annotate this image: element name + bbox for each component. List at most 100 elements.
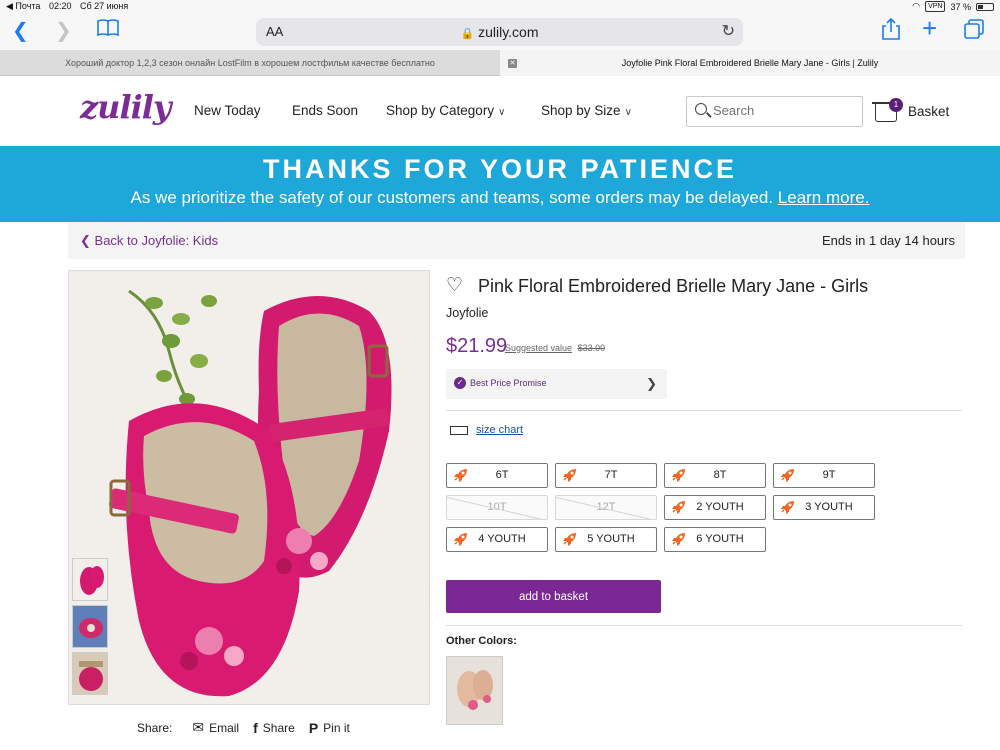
tab-title: Joyfolie Pink Floral Embroidered Brielle… [621, 58, 879, 68]
tab-strip: Хороший доктор 1,2,3 сезон онлайн LostFi… [0, 50, 1000, 76]
size-option: 12T [555, 495, 657, 520]
banner-title: THANKS FOR YOUR PATIENCE [262, 154, 738, 184]
rocket-icon [672, 501, 685, 514]
brand-name[interactable]: Joyfolie [446, 306, 488, 320]
forward-arrow-icon[interactable]: ❯ [55, 20, 72, 42]
new-tab-icon[interactable]: + [922, 15, 937, 41]
close-tab-icon[interactable]: ✕ [508, 59, 517, 68]
browser-tab-1[interactable]: Хороший доктор 1,2,3 сезон онлайн LostFi… [0, 50, 500, 76]
size-label: 10T [487, 501, 507, 513]
url-text: zulily.com [478, 24, 539, 40]
search-input[interactable] [713, 103, 853, 118]
search-box[interactable] [686, 96, 863, 127]
rocket-icon [672, 533, 685, 546]
add-to-basket-button[interactable]: add to basket [446, 580, 661, 613]
pinterest-icon: P [308, 719, 319, 736]
reload-icon[interactable]: ↻ [722, 21, 735, 41]
size-option: 10T [446, 495, 548, 520]
product-thumbnail[interactable] [72, 652, 108, 695]
size-label: 2 YOUTH [696, 501, 744, 513]
browser-tab-2[interactable]: ✕ Joyfolie Pink Floral Embroidered Briel… [500, 50, 1000, 76]
rocket-icon [563, 469, 576, 482]
chevron-down-icon: ∨ [624, 107, 632, 118]
facebook-icon: f [253, 719, 258, 736]
nav-label: Shop by Category [386, 103, 495, 118]
battery-percent: 37 % [950, 1, 971, 12]
other-color-swatch[interactable] [446, 656, 503, 725]
size-label: 4 YOUTH [478, 533, 526, 545]
chevron-left-icon: ❮ [80, 233, 91, 248]
sale-price: $21.99 [446, 335, 508, 357]
ios-status-bar: ◀ Почта 02:20 Сб 27 июня ◠ VPN 37 % [0, 0, 1000, 14]
rocket-icon [781, 501, 794, 514]
search-icon [695, 103, 707, 115]
size-option[interactable]: 6 YOUTH [664, 527, 766, 552]
badge-check-icon: ✓ [454, 377, 466, 389]
nav-new-today[interactable]: New Today [194, 103, 261, 118]
back-to-event-link[interactable]: ❮ Back to Joyfolie: Kids [80, 233, 218, 249]
size-chart: size chart [450, 424, 523, 436]
size-option[interactable]: 3 YOUTH [773, 495, 875, 520]
back-label: Back to Joyfolie: Kids [94, 233, 219, 248]
size-label: 3 YOUTH [805, 501, 853, 513]
size-label: 12T [596, 501, 616, 513]
basket-label: Basket [908, 104, 950, 119]
bookmarks-icon[interactable] [97, 18, 119, 43]
size-option[interactable]: 9T [773, 463, 875, 488]
event-ends-text: Ends in 1 day 14 hours [822, 233, 955, 248]
address-bar[interactable]: AA 🔒 zulily.com ↻ [256, 18, 743, 46]
status-date: Сб 27 июня [79, 1, 129, 11]
share-email-label: Email [209, 720, 240, 735]
original-price: $33.00 [577, 343, 606, 353]
back-to-app[interactable]: ◀ Почта [6, 1, 40, 11]
size-option[interactable]: 4 YOUTH [446, 527, 548, 552]
chevron-right-icon: ❯ [646, 376, 657, 391]
tabs-overview-icon[interactable] [964, 19, 984, 44]
heart-icon[interactable]: ♡ [446, 276, 468, 296]
size-label: 5 YOUTH [587, 533, 635, 545]
product-thumbnail[interactable] [72, 605, 108, 648]
size-chart-link[interactable]: size chart [476, 424, 523, 436]
size-label: 6 YOUTH [696, 533, 744, 545]
size-option[interactable]: 2 YOUTH [664, 495, 766, 520]
battery-icon [976, 2, 994, 11]
share-email-button[interactable]: ✉ Email [192, 719, 239, 736]
size-option[interactable]: 7T [555, 463, 657, 488]
rocket-icon [563, 533, 576, 546]
nav-shop-by-category[interactable]: Shop by Category ∨ [386, 103, 505, 118]
nav-shop-by-size[interactable]: Shop by Size ∨ [541, 103, 632, 118]
share-icon[interactable] [882, 17, 900, 45]
vpn-badge: VPN [925, 1, 946, 12]
share-row: Share: ✉ Email f Share P Pin it [137, 719, 350, 736]
wifi-icon: ◠ [912, 1, 921, 11]
suggested-value-label[interactable]: Suggested value [505, 343, 572, 353]
banner-message: As we prioritize the safety of our custo… [130, 188, 774, 207]
size-option[interactable]: 8T [664, 463, 766, 488]
share-facebook-label: Share [262, 720, 295, 735]
promise-label: Best Price Promise [470, 378, 547, 388]
product-main-image[interactable] [68, 270, 430, 705]
back-arrow-icon[interactable]: ❮ [12, 20, 29, 42]
basket-count-badge: 1 [889, 98, 903, 112]
share-facebook-button[interactable]: f Share [253, 720, 295, 736]
size-option[interactable]: 5 YOUTH [555, 527, 657, 552]
best-price-promise[interactable]: ✓ Best Price Promise ❯ [446, 369, 667, 399]
notice-banner: THANKS FOR YOUR PATIENCE As we prioritiz… [0, 146, 1000, 222]
share-label: Share: [137, 720, 173, 735]
other-colors-label: Other Colors: [446, 635, 517, 647]
size-option[interactable]: 6T [446, 463, 548, 488]
chevron-down-icon: ∨ [498, 107, 506, 118]
product-title: Pink Floral Embroidered Brielle Mary Jan… [478, 276, 869, 296]
rocket-icon [454, 533, 467, 546]
share-pinterest-button[interactable]: P Pin it [309, 720, 350, 736]
rocket-icon [672, 469, 685, 482]
nav-ends-soon[interactable]: Ends Soon [292, 103, 358, 118]
product-thumbnail[interactable] [72, 558, 108, 601]
size-label: 6T [495, 469, 509, 481]
size-label: 7T [604, 469, 618, 481]
divider [446, 625, 962, 626]
size-label: 8T [713, 469, 727, 481]
zulily-logo[interactable]: zulily [80, 88, 171, 126]
share-pinterest-label: Pin it [323, 720, 350, 735]
learn-more-link[interactable]: Learn more. [778, 188, 870, 207]
